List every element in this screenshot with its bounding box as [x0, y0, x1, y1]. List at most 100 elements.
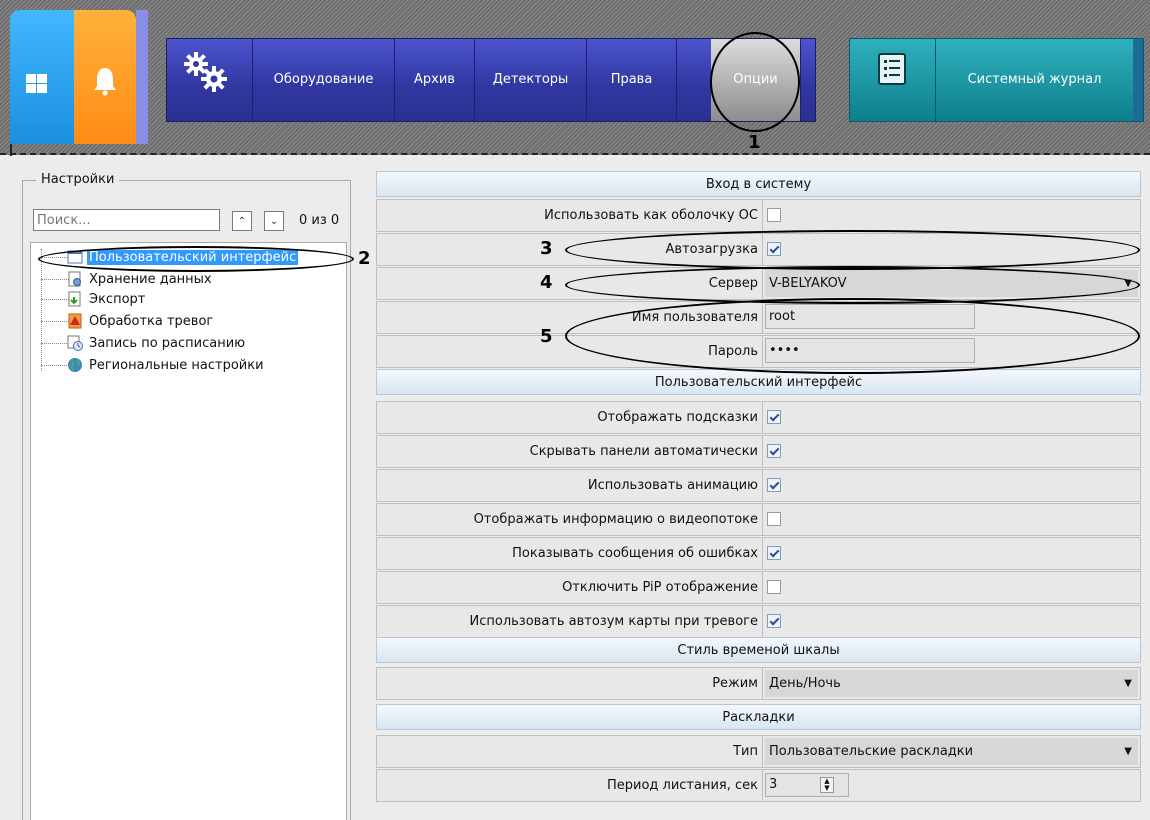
- type-label: Тип: [377, 736, 763, 767]
- tab-options[interactable]: Опции: [711, 39, 801, 121]
- callout-1: 1: [748, 132, 761, 153]
- callout-2: 2: [358, 248, 371, 269]
- chevron-up-icon: ⌃: [237, 215, 247, 227]
- period-value: 3: [769, 777, 778, 792]
- row-show-hints: Отображать подсказки: [376, 401, 1141, 434]
- row-auto-hide-panels: Скрывать панели автоматически: [376, 435, 1141, 468]
- row-mode: Режим День/Ночь ▼: [376, 667, 1141, 700]
- schedule-icon: [67, 335, 83, 351]
- show-hints-checkbox[interactable]: [767, 410, 781, 424]
- row-server: Сервер V-BELYAKOV ▼: [376, 267, 1141, 300]
- system-journal-button[interactable]: Системный журнал: [849, 38, 1144, 122]
- search-count: 0 из 0: [299, 213, 340, 228]
- gears-icon: [184, 52, 227, 92]
- tab-archive[interactable]: Архив: [395, 39, 475, 121]
- tree-item-alarm-processing[interactable]: Обработка тревог: [31, 311, 348, 331]
- search-input[interactable]: [33, 209, 220, 231]
- callout-5: 5: [540, 326, 553, 347]
- option-label: Отображать подсказки: [377, 402, 763, 433]
- auto-hide-panels-checkbox[interactable]: [767, 444, 781, 458]
- layout-type-select[interactable]: Пользовательские раскладки ▼: [765, 738, 1138, 765]
- divider: [136, 10, 148, 144]
- journal-label: Системный журнал: [967, 72, 1102, 87]
- tree-item-export[interactable]: Экспорт: [31, 289, 348, 309]
- autostart-label: Автозагрузка: [377, 234, 763, 265]
- use-as-shell-label: Использовать как оболочку ОС: [377, 200, 763, 231]
- windows-icon: [26, 74, 48, 94]
- search-prev-button[interactable]: ⌃: [232, 211, 252, 231]
- server-select[interactable]: V-BELYAKOV ▼: [765, 270, 1138, 297]
- section-layouts: Раскладки: [376, 704, 1141, 730]
- chevron-down-icon: ▼: [1124, 746, 1132, 757]
- option-label: Отображать информацию о видеопотоке: [377, 504, 763, 535]
- main-nav: Оборудование Архив Детекторы Права Опции: [166, 38, 816, 122]
- chevron-down-icon: ⌄: [269, 215, 279, 227]
- chevron-down-icon: ▼: [1124, 278, 1132, 289]
- period-label: Период листания, сек: [377, 770, 763, 801]
- alarms-tile[interactable]: [74, 10, 136, 144]
- journal-icon: [878, 53, 906, 85]
- disable-pip-checkbox[interactable]: [767, 580, 781, 594]
- row-username: Имя пользователя root: [376, 301, 1141, 334]
- bell-icon: [94, 68, 116, 96]
- top-bar: Оборудование Архив Детекторы Права Опции…: [0, 0, 1150, 156]
- username-label: Имя пользователя: [377, 302, 763, 333]
- use-as-shell-checkbox[interactable]: [767, 208, 781, 222]
- journal-tail: [1133, 39, 1143, 121]
- row-stream-info: Отображать информацию о видеопотоке: [376, 503, 1141, 536]
- mode-label: Режим: [377, 668, 763, 699]
- journal-icon-box: [850, 39, 936, 121]
- export-icon: [68, 291, 81, 307]
- username-field[interactable]: root: [765, 304, 975, 329]
- tree-item-regional[interactable]: Региональные настройки: [31, 355, 348, 375]
- tree-label: Экспорт: [89, 291, 146, 307]
- section-user-interface: Пользовательский интерфейс: [376, 369, 1141, 395]
- tree-label: Пользовательский интерфейс: [87, 249, 299, 265]
- tree-label: Запись по расписанию: [89, 335, 246, 351]
- animation-checkbox[interactable]: [767, 478, 781, 492]
- row-map-autozoom: Использовать автозум карты при тревоге: [376, 605, 1141, 638]
- tab-rights[interactable]: Права: [587, 39, 677, 121]
- tree-label: Обработка тревог: [89, 313, 214, 329]
- tab-detectors[interactable]: Детекторы: [475, 39, 587, 121]
- settings-tree: Пользовательский интерфейс Хранение данн…: [30, 242, 347, 820]
- callout-3: 3: [540, 238, 553, 259]
- divider: [10, 144, 12, 156]
- password-field[interactable]: ••••: [765, 338, 975, 363]
- password-label: Пароль: [377, 336, 763, 367]
- map-autozoom-checkbox[interactable]: [767, 614, 781, 628]
- stream-info-checkbox[interactable]: [767, 512, 781, 526]
- row-password: Пароль ••••: [376, 335, 1141, 368]
- window-icon: [67, 250, 83, 264]
- option-label: Скрывать панели автоматически: [377, 436, 763, 467]
- tree-label: Хранение данных: [89, 271, 212, 287]
- period-stepper[interactable]: 3 ▲ ▼: [765, 773, 849, 797]
- row-autostart: Автозагрузка: [376, 233, 1141, 266]
- row-error-messages: Показывать сообщения об ошибках: [376, 537, 1141, 570]
- tree-item-storage[interactable]: Хранение данных: [31, 269, 348, 289]
- option-label: Показывать сообщения об ошибках: [377, 538, 763, 569]
- storage-icon: [68, 271, 81, 287]
- autostart-checkbox[interactable]: [767, 242, 781, 256]
- mode-value: День/Ночь: [769, 676, 841, 691]
- home-tile[interactable]: [10, 10, 74, 144]
- tab-equipment[interactable]: Оборудование: [253, 39, 395, 121]
- tree-item-schedule-recording[interactable]: Запись по расписанию: [31, 333, 348, 353]
- row-layout-type: Тип Пользовательские раскладки ▼: [376, 735, 1141, 768]
- settings-gears-button[interactable]: [167, 39, 253, 121]
- server-label: Сервер: [377, 268, 763, 299]
- error-messages-checkbox[interactable]: [767, 546, 781, 560]
- tree-item-user-interface[interactable]: Пользовательский интерфейс: [31, 247, 348, 267]
- search-next-button[interactable]: ⌄: [264, 211, 284, 231]
- tree-label: Региональные настройки: [89, 357, 264, 373]
- mode-select[interactable]: День/Ночь ▼: [765, 670, 1138, 697]
- section-timeline: Стиль временой шкалы: [376, 637, 1141, 663]
- chevron-down-icon: ▼: [1124, 678, 1132, 689]
- settings-title: Настройки: [36, 172, 120, 187]
- row-disable-pip: Отключить PiP отображение: [376, 571, 1141, 604]
- server-value: V-BELYAKOV: [769, 276, 847, 291]
- globe-icon: [68, 358, 82, 372]
- section-login: Вход в систему: [376, 171, 1141, 197]
- stepper-arrows-icon[interactable]: ▲ ▼: [820, 777, 834, 793]
- callout-4: 4: [540, 272, 553, 293]
